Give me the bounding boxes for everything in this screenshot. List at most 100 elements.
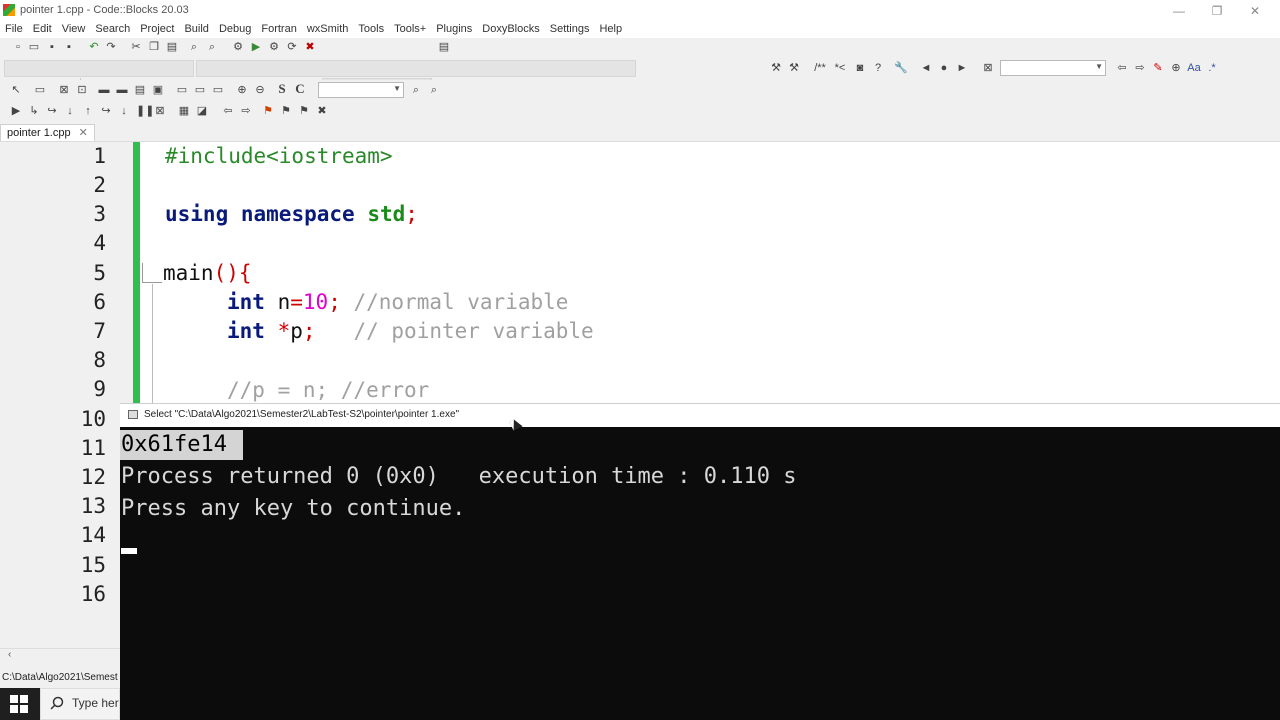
grid-icon[interactable]: ⊠: [58, 84, 70, 96]
abort-icon[interactable]: ✖: [304, 41, 316, 53]
find-icon[interactable]: ⌕: [188, 41, 200, 53]
step-into-icon[interactable]: ↓: [64, 105, 76, 117]
next-flag-icon[interactable]: ⚑: [298, 105, 310, 117]
code-line-7[interactable]: int *p; // pointer variable: [227, 317, 594, 346]
extract-docs-icon[interactable]: ⚒: [788, 62, 800, 74]
close-button[interactable]: ✕: [1236, 0, 1274, 22]
code-line-5[interactable]: main(){: [163, 259, 252, 288]
build-gear-icon[interactable]: ⚙: [232, 41, 244, 53]
minimize-button[interactable]: —: [1160, 0, 1198, 22]
highlight-icon[interactable]: ✎: [1152, 62, 1164, 74]
next-bookmark-icon[interactable]: ►: [956, 62, 968, 74]
menu-wxsmith[interactable]: wxSmith: [302, 22, 354, 36]
doxywizard-icon[interactable]: ⚒: [770, 62, 782, 74]
step-out-icon[interactable]: ↑: [82, 105, 94, 117]
search-symbol-icon[interactable]: ⌕: [428, 84, 440, 96]
maximize-button[interactable]: ❐: [1198, 0, 1236, 22]
menu-plugins[interactable]: Plugins: [431, 22, 477, 36]
search-prev-icon[interactable]: ⇦: [1116, 62, 1128, 74]
prefs-wrench-icon[interactable]: 🔧: [894, 62, 908, 74]
next-line-icon[interactable]: ↪: [46, 105, 58, 117]
horizontal-scrollbar[interactable]: ‹: [0, 648, 120, 663]
menu-debug[interactable]: Debug: [214, 22, 256, 36]
menu-help[interactable]: Help: [594, 22, 627, 36]
toggle-flag-icon[interactable]: ⚑: [262, 105, 274, 117]
run-to-cursor-icon[interactable]: ↳: [28, 105, 40, 117]
jump-back-icon[interactable]: ⇦: [222, 105, 234, 117]
run-icon[interactable]: ▶: [250, 41, 262, 53]
open-icon[interactable]: ▭: [28, 41, 40, 53]
prev-bookmark-icon[interactable]: ◄: [920, 62, 932, 74]
code-editor[interactable]: [162, 142, 1280, 404]
save-all-icon[interactable]: ▪: [63, 41, 75, 53]
chm-help-icon[interactable]: ?: [872, 62, 884, 74]
comment-line-button[interactable]: *<: [832, 62, 848, 74]
debug-windows-icon[interactable]: ▦: [178, 105, 190, 117]
symbol-combo[interactable]: ▼: [318, 82, 404, 98]
c-button[interactable]: C: [294, 82, 306, 95]
zoom-out-icon[interactable]: ⊖: [254, 84, 266, 96]
build-run-icon[interactable]: ⚙: [268, 41, 280, 53]
undo-icon[interactable]: ↶: [88, 41, 100, 53]
function-combo[interactable]: [196, 60, 636, 77]
menu-edit[interactable]: Edit: [28, 22, 57, 36]
menu-view[interactable]: View: [57, 22, 91, 36]
console-output-selected[interactable]: 0x61fe14: [120, 430, 243, 460]
box-widget-icon[interactable]: ▭: [176, 84, 188, 96]
menu-doxyblocks[interactable]: DoxyBlocks: [477, 22, 544, 36]
editor-icon[interactable]: ⊡: [76, 84, 88, 96]
cut-icon[interactable]: ✂: [130, 41, 142, 53]
html-docs-icon[interactable]: ◙: [854, 62, 866, 74]
scope-combo[interactable]: [4, 60, 194, 77]
menu-build[interactable]: Build: [179, 22, 213, 36]
toggle-bookmark-icon[interactable]: ●: [938, 62, 950, 74]
jump-forward-icon[interactable]: ⇨: [240, 105, 252, 117]
next-instruction-icon[interactable]: ↪: [100, 105, 112, 117]
menu-settings[interactable]: Settings: [545, 22, 595, 36]
pause-icon[interactable]: ❚❚: [136, 105, 154, 117]
menu-tools[interactable]: Tools: [353, 22, 389, 36]
step-instruction-icon[interactable]: ↓: [118, 105, 130, 117]
save-icon[interactable]: ▪: [46, 41, 58, 53]
paste-icon[interactable]: ▤: [166, 41, 178, 53]
code-line-1[interactable]: #include<iostream>: [165, 142, 393, 171]
rebuild-icon[interactable]: ⟳: [286, 41, 298, 53]
code-line-9[interactable]: //p = n; //error: [227, 376, 429, 403]
regex-button[interactable]: .*: [1206, 62, 1218, 74]
list-widget-icon[interactable]: ▤: [134, 84, 146, 96]
selected-text-only-icon[interactable]: ⊕: [1170, 62, 1182, 74]
text-widget-icon[interactable]: ▬: [116, 84, 128, 96]
box3-widget-icon[interactable]: ▭: [212, 84, 224, 96]
replace-icon[interactable]: ⌕: [206, 41, 218, 53]
fold-toggle-icon[interactable]: [142, 263, 162, 283]
incremental-search-input[interactable]: ▼: [1000, 60, 1106, 76]
clear-flags-icon[interactable]: ✖: [316, 105, 328, 117]
comment-block-button[interactable]: /**: [810, 62, 830, 74]
match-case-button[interactable]: Aa: [1186, 62, 1202, 74]
tab-close-icon[interactable]: ✕: [79, 127, 88, 139]
tab-pointer-1-cpp[interactable]: pointer 1.cpp ✕: [0, 124, 95, 141]
code-line-3[interactable]: using namespace std;: [165, 200, 418, 229]
menu-file[interactable]: File: [0, 22, 28, 36]
target-settings-icon[interactable]: ▤: [438, 41, 450, 53]
console-window[interactable]: [120, 403, 1280, 720]
debug-info-icon[interactable]: ◪: [196, 105, 208, 117]
menu-project[interactable]: Project: [135, 22, 179, 36]
find-symbol-icon[interactable]: ⌕: [410, 84, 422, 96]
panel-icon[interactable]: ▭: [34, 84, 46, 96]
combo-widget-icon[interactable]: ▣: [152, 84, 164, 96]
menu-tools-plus[interactable]: Tools+: [389, 22, 431, 36]
search-next-icon[interactable]: ⇨: [1134, 62, 1146, 74]
windows-start-icon[interactable]: [10, 695, 28, 713]
menu-search[interactable]: Search: [90, 22, 135, 36]
menu-fortran[interactable]: Fortran: [256, 22, 301, 36]
zoom-in-icon[interactable]: ⊕: [236, 84, 248, 96]
clear-search-icon[interactable]: ⊠: [982, 62, 994, 74]
pointer-icon[interactable]: ↖: [10, 84, 22, 96]
redo-icon[interactable]: ↷: [105, 41, 117, 53]
prev-flag-icon[interactable]: ⚑: [280, 105, 292, 117]
button-widget-icon[interactable]: ▬: [98, 84, 110, 96]
new-file-icon[interactable]: ▫: [12, 41, 24, 53]
box2-widget-icon[interactable]: ▭: [194, 84, 206, 96]
stop-icon[interactable]: ⊠: [154, 105, 166, 117]
